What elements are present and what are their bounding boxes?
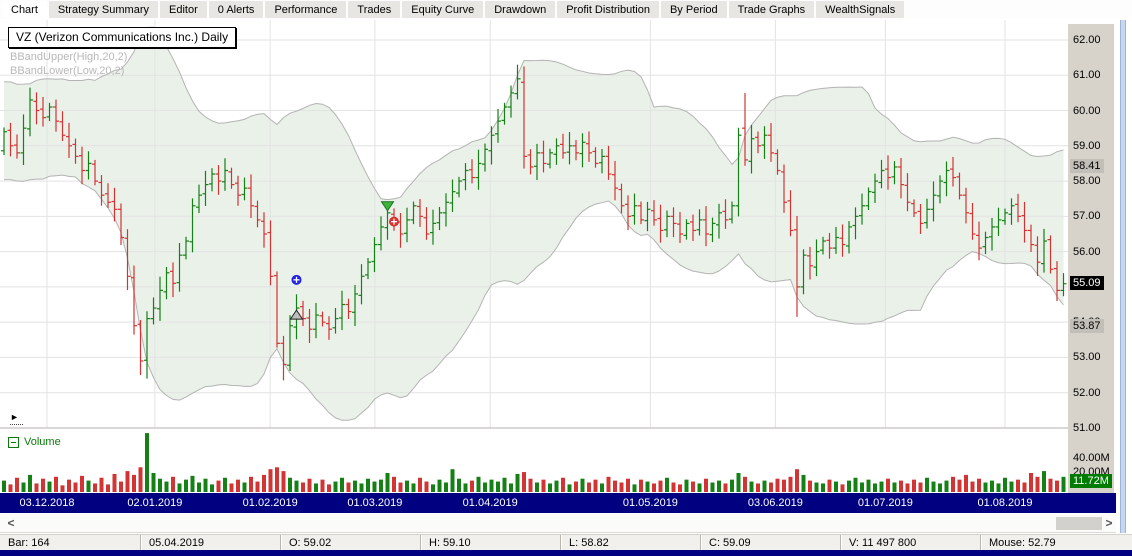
tab-chart[interactable]: Chart (2, 1, 47, 18)
date-label: 01.04.2019 (463, 497, 518, 509)
tab-trades[interactable]: Trades (348, 1, 400, 18)
window-splitter[interactable] (1120, 20, 1126, 533)
tab-profit-distribution[interactable]: Profit Distribution (557, 1, 659, 18)
status-cell: C: 59.09 (700, 535, 840, 550)
bottom-edge (0, 550, 1132, 556)
chart-tab-bar: ChartStrategy SummaryEditor0 AlertsPerfo… (0, 0, 1132, 19)
status-cell: L: 58.82 (560, 535, 700, 550)
price-tick: 53.00 (1073, 351, 1101, 363)
status-cell: O: 59.02 (280, 535, 420, 550)
tab-editor[interactable]: Editor (160, 1, 207, 18)
volume-badge: 11.72M (1070, 474, 1112, 488)
status-cell: 05.04.2019 (140, 535, 280, 550)
date-label: 01.03.2019 (347, 497, 402, 509)
volume-collapse-icon[interactable] (8, 437, 19, 448)
status-cell: H: 59.10 (420, 535, 560, 550)
price-badge-53-87: 53.87 (1070, 319, 1104, 333)
price-axis: 62.0061.0060.0059.0058.0057.0056.0055.00… (1068, 24, 1114, 493)
tab-0-alerts[interactable]: 0 Alerts (209, 1, 264, 18)
date-label: 01.07.2019 (858, 497, 913, 509)
tab-wealthsignals[interactable]: WealthSignals (816, 1, 904, 18)
date-label: 01.05.2019 (623, 497, 678, 509)
volume-label: Volume (24, 436, 61, 448)
price-tick: 58.00 (1073, 175, 1101, 187)
date-axis: 03.12.2018 02.01.2019 01.02.2019 01.03.2019… (0, 493, 1116, 513)
price-chart[interactable] (0, 20, 1068, 493)
price-tick: 56.00 (1073, 246, 1101, 258)
volume-tick: 40.00M (1073, 452, 1110, 464)
tab-performance[interactable]: Performance (265, 1, 346, 18)
scroll-thumb[interactable] (1056, 517, 1102, 530)
date-label: 02.01.2019 (127, 497, 182, 509)
date-label: 01.08.2019 (977, 497, 1032, 509)
price-tick: 51.00 (1073, 422, 1101, 434)
scroll-left-icon[interactable]: < (4, 516, 18, 530)
price-tick: 57.00 (1073, 210, 1101, 222)
tab-trade-graphs[interactable]: Trade Graphs (729, 1, 814, 18)
date-label: 01.02.2019 (243, 497, 298, 509)
symbol-title: VZ (Verizon Communications Inc.) Daily (8, 27, 236, 48)
price-badge-58-41: 58.41 (1070, 159, 1104, 173)
legend-bband-upper: BBandUpper(High,20,2) (10, 50, 127, 64)
status-bar: Bar: 16405.04.2019O: 59.02H: 59.10L: 58.… (0, 534, 1132, 550)
tab-strategy-summary[interactable]: Strategy Summary (49, 1, 158, 18)
legend-bband-lower: BBandLower(Low,20,2) (10, 64, 127, 78)
price-tick: 59.00 (1073, 140, 1101, 152)
tab-by-period[interactable]: By Period (661, 1, 727, 18)
status-cell: Bar: 164 (0, 535, 140, 550)
date-label: 03.12.2018 (19, 497, 74, 509)
date-label: 03.06.2019 (748, 497, 803, 509)
tab-drawdown[interactable]: Drawdown (485, 1, 555, 18)
status-cell: V: 11 497 800 (840, 535, 980, 550)
price-tick: 52.00 (1073, 387, 1101, 399)
volume-legend: Volume (8, 436, 61, 448)
tab-equity-curve[interactable]: Equity Curve (402, 1, 483, 18)
indicator-legend: BBandUpper(High,20,2) BBandLower(Low,20,… (10, 50, 127, 78)
price-badge-55-09: 55.09 (1070, 276, 1104, 290)
price-tick: 60.00 (1073, 105, 1101, 117)
price-tick: 61.00 (1073, 69, 1101, 81)
wealth-lab-window: ChartStrategy SummaryEditor0 AlertsPerfo… (0, 0, 1132, 556)
horizontal-scrollbar[interactable]: < > (0, 514, 1116, 533)
pane-expander-icon[interactable]: ► (10, 412, 23, 425)
status-cell: Mouse: 52.79 (980, 535, 1132, 550)
price-tick: 62.00 (1073, 34, 1101, 46)
scroll-right-icon[interactable]: > (1102, 516, 1116, 530)
